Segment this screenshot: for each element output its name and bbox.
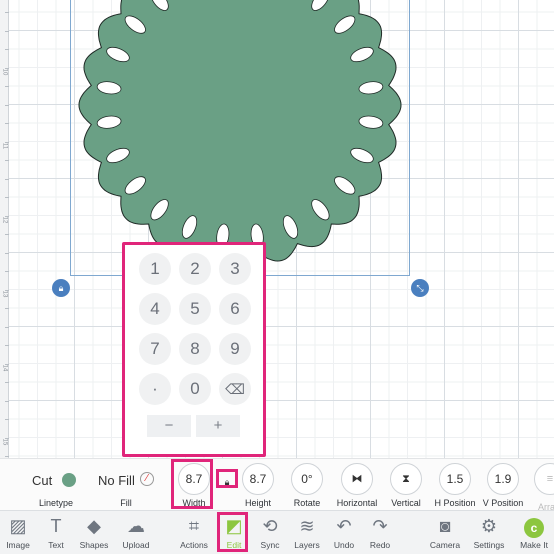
arrange-control[interactable]: ≡ Arra xyxy=(534,463,554,512)
upload-tool-label: Upload xyxy=(122,540,150,550)
plus-key[interactable]: + xyxy=(196,415,240,437)
gear-icon: ⚙ xyxy=(480,516,498,536)
fill-value: No Fill xyxy=(98,473,135,488)
ruler-number: 13 xyxy=(1,290,8,298)
key-7[interactable]: 7 xyxy=(139,333,171,365)
ruler-tick xyxy=(5,104,9,106)
camera-icon: ◙ xyxy=(439,516,451,536)
make-it-label: Make It xyxy=(520,540,548,550)
resize-handle[interactable]: ⤡ xyxy=(411,279,429,297)
ruler-tick xyxy=(5,160,9,161)
doily-outline xyxy=(78,0,402,267)
minus-key[interactable]: − xyxy=(147,415,191,437)
ruler-tick xyxy=(5,123,9,124)
numeric-keypad: 1 2 3 4 5 6 7 8 9 · 0 ⌫ − + xyxy=(122,242,266,457)
upload-tool[interactable]: ☁ Upload xyxy=(114,514,158,550)
key-0[interactable]: 0 xyxy=(179,373,211,405)
key-2[interactable]: 2 xyxy=(179,253,211,285)
ruler-number: 9 xyxy=(2,0,8,3)
width-highlight xyxy=(171,459,213,509)
ruler-tick xyxy=(5,382,9,383)
ruler-tick xyxy=(5,308,9,309)
camera-tool[interactable]: ◙ Camera xyxy=(423,514,467,550)
properties-bar: Cut Linetype No Fill ⁄ Fill 8.7 Width 🔒︎… xyxy=(0,458,554,512)
ruler-tick xyxy=(5,234,9,235)
ruler-tick xyxy=(5,49,9,50)
bottom-toolbar: ▨ Image T Text ◆ Shapes ☁ Upload ⌗ Actio… xyxy=(0,510,554,554)
vertical-ruler: 910111213141516 xyxy=(0,0,9,550)
ruler-number: 15 xyxy=(1,438,8,446)
make-it-icon: c xyxy=(512,514,554,538)
ruler-tick xyxy=(5,419,9,420)
flip-horizontal-icon: ⧓ xyxy=(341,463,373,495)
key-decimal[interactable]: · xyxy=(139,373,171,405)
h-position-value[interactable]: 1.5 xyxy=(439,463,471,495)
v-position-value[interactable]: 1.9 xyxy=(487,463,519,495)
key-1[interactable]: 1 xyxy=(139,253,171,285)
actions-tool[interactable]: ⌗ Actions xyxy=(172,514,216,550)
ruler-number: 11 xyxy=(1,142,8,150)
edit-tool-highlight xyxy=(217,512,248,552)
shapes-tool[interactable]: ◆ Shapes xyxy=(72,514,116,550)
key-5[interactable]: 5 xyxy=(179,293,211,325)
ruler-tick xyxy=(5,400,9,402)
key-8[interactable]: 8 xyxy=(179,333,211,365)
ruler-tick xyxy=(5,252,9,254)
ruler-number: 14 xyxy=(1,364,8,372)
upload-cloud-icon: ☁ xyxy=(127,516,145,536)
settings-tool[interactable]: ⚙ Settings xyxy=(467,514,511,550)
ruler-tick xyxy=(5,178,9,180)
key-3[interactable]: 3 xyxy=(219,253,251,285)
fill-control[interactable]: No Fill ⁄ Fill xyxy=(96,459,156,511)
ruler-tick xyxy=(5,345,9,346)
resize-icon: ⤡ xyxy=(416,283,424,293)
ruler-tick xyxy=(5,456,9,457)
key-9[interactable]: 9 xyxy=(219,333,251,365)
actions-tool-label: Actions xyxy=(180,540,208,550)
redo-tool-label: Redo xyxy=(369,540,391,550)
linetype-control[interactable]: Cut Linetype xyxy=(30,459,82,511)
rotate-value[interactable]: 0° xyxy=(291,463,323,495)
redo-tool[interactable]: ↷ Redo xyxy=(358,514,402,550)
doily-shape[interactable] xyxy=(0,0,554,458)
v-position-label: V Position xyxy=(482,498,524,508)
key-4[interactable]: 4 xyxy=(139,293,171,325)
v-position-control[interactable]: 1.9 V Position xyxy=(483,463,523,511)
settings-tool-label: Settings xyxy=(473,540,505,550)
ruler-tick xyxy=(5,326,9,328)
no-fill-icon: ⁄ xyxy=(140,472,154,486)
actions-icon: ⌗ xyxy=(188,516,200,536)
arrange-icon: ≡ xyxy=(534,463,554,495)
height-value[interactable]: 8.7 xyxy=(242,463,274,495)
flip-vertical-icon: ⧗ xyxy=(390,463,422,495)
ruler-tick xyxy=(5,30,9,32)
key-6[interactable]: 6 xyxy=(219,293,251,325)
ruler-number: 12 xyxy=(1,216,8,224)
backspace-key[interactable]: ⌫ xyxy=(219,373,251,405)
design-canvas[interactable]: 🔒︎ ⤡ xyxy=(0,0,554,458)
ruler-tick xyxy=(5,197,9,198)
lock-icon: 🔒︎ xyxy=(58,283,64,293)
lock-proportions-handle[interactable]: 🔒︎ xyxy=(52,279,70,297)
redo-icon: ↷ xyxy=(372,516,388,536)
ruler-number: 10 xyxy=(1,68,8,76)
linetype-color-swatch xyxy=(62,473,76,487)
camera-tool-label: Camera xyxy=(429,540,461,550)
ruler-tick xyxy=(5,86,9,87)
ruler-tick xyxy=(5,12,9,13)
make-it-button[interactable]: c Make It xyxy=(512,514,554,550)
linetype-label: Linetype xyxy=(38,498,74,508)
lock-highlight xyxy=(216,469,238,488)
shapes-tool-label: Shapes xyxy=(79,540,109,550)
shapes-icon: ◆ xyxy=(87,516,101,536)
ruler-tick xyxy=(5,271,9,272)
linetype-value: Cut xyxy=(32,473,53,488)
